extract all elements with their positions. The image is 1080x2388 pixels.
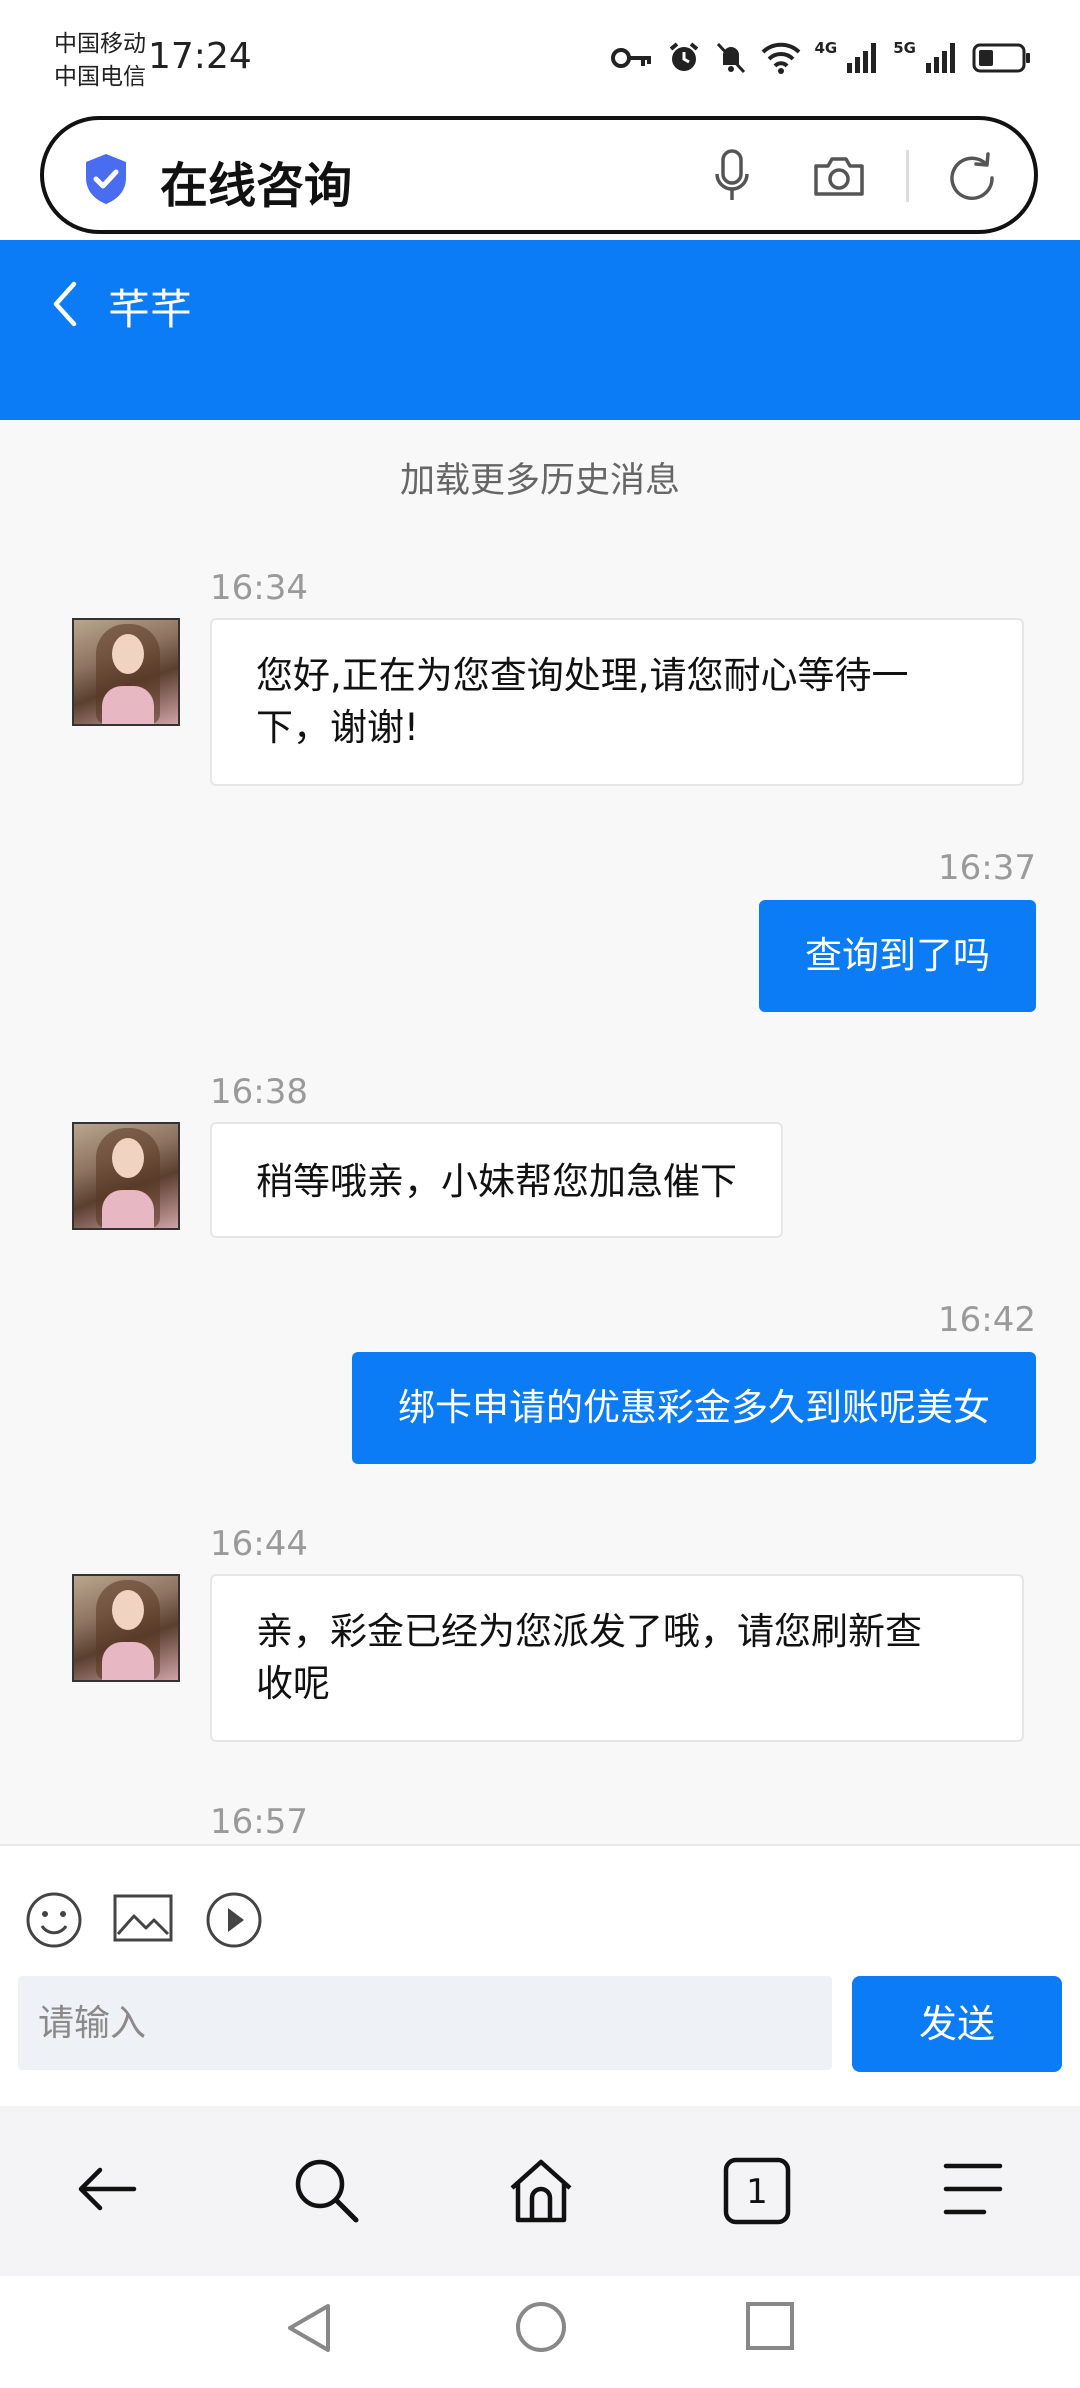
message-timestamp: 16:44 [210, 1524, 308, 1564]
back-arrow-icon[interactable] [74, 2156, 140, 2222]
system-nav-bar [0, 2276, 1080, 2388]
message-input[interactable] [18, 1976, 832, 2070]
message-composer: 发送 [0, 1844, 1080, 2106]
chat-title: 芊芊 [108, 285, 193, 334]
menu-icon[interactable] [940, 2156, 1006, 2222]
message-text-line: 稍等哦亲，小妹帮您加急催下 [256, 1160, 737, 1203]
video-play-icon[interactable] [204, 1890, 264, 1950]
browser-address-bar[interactable]: 在线咨询 [40, 116, 1038, 234]
key-icon [610, 48, 651, 68]
message-text-line: 下，谢谢! [256, 706, 419, 749]
shield-check-icon [86, 154, 126, 204]
message-timestamp: 16:57 [210, 1802, 308, 1842]
agent-avatar [72, 1574, 180, 1682]
address-text[interactable]: 在线咨询 [160, 146, 352, 216]
message-text-line: 您好,正在为您查询处理,请您耐心等待一 [256, 654, 909, 697]
message-timestamp: 16:38 [210, 1072, 308, 1112]
mute-bell-icon [716, 42, 745, 74]
message-text-line: 亲，彩金已经为您派发了哦，请您刷新查 [256, 1610, 922, 1653]
network-type-2: 5G [893, 39, 916, 57]
nav-back-icon[interactable] [284, 2300, 334, 2356]
message-bubble-agent: 亲，彩金已经为您派发了哦，请您刷新查 收呢 [210, 1574, 1024, 1742]
refresh-icon[interactable] [944, 150, 1000, 206]
tabs-button[interactable]: 1 [722, 2156, 792, 2226]
battery-icon [972, 43, 1030, 73]
message-bubble-agent: 稍等哦亲，小妹帮您加急催下 [210, 1122, 783, 1238]
microphone-icon[interactable] [714, 148, 750, 204]
message-text-line: 收呢 [256, 1662, 330, 1705]
carrier-labels: 中国移动 中国电信 [54, 28, 146, 94]
signal-icon-1 [847, 43, 877, 73]
agent-avatar [72, 618, 180, 726]
nav-recents-icon[interactable] [744, 2300, 796, 2352]
emoji-icon[interactable] [24, 1890, 84, 1950]
chat-messages[interactable]: 加载更多历史消息 16:34 您好,正在为您查询处理,请您耐心等待一 下，谢谢!… [0, 420, 1080, 1844]
signal-icon-2 [926, 43, 955, 73]
address-bar-divider [906, 150, 909, 202]
alarm-icon [669, 42, 698, 71]
agent-avatar [72, 1122, 180, 1230]
browser-bottom-nav: 1 [0, 2106, 1080, 2276]
camera-icon[interactable] [812, 154, 866, 198]
nav-home-icon[interactable] [514, 2300, 568, 2354]
status-time: 17:24 [148, 36, 252, 77]
chat-header: 芊芊 [0, 240, 1080, 420]
tab-count: 1 [746, 2172, 768, 2212]
network-type-1: 4G [814, 39, 838, 57]
message-timestamp: 16:42 [938, 1300, 1036, 1340]
back-icon[interactable] [50, 280, 78, 328]
wifi-icon [761, 42, 800, 74]
message-bubble-user: 查询到了吗 [759, 900, 1036, 1012]
carrier-2: 中国电信 [54, 64, 146, 90]
search-icon[interactable] [292, 2156, 362, 2226]
load-more-history-link[interactable]: 加载更多历史消息 [0, 452, 1080, 503]
message-bubble-agent: 您好,正在为您查询处理,请您耐心等待一 下，谢谢! [210, 618, 1024, 786]
home-icon[interactable] [506, 2156, 576, 2226]
status-bar: 中国移动 中国电信 17:24 4G 5G [0, 0, 1080, 112]
message-bubble-user: 绑卡申请的优惠彩金多久到账呢美女 [352, 1352, 1036, 1464]
message-timestamp: 16:34 [210, 568, 308, 608]
carrier-1: 中国移动 [54, 31, 146, 57]
image-icon[interactable] [112, 1890, 174, 1946]
status-icons: 4G 5G [610, 36, 1033, 80]
message-timestamp: 16:37 [938, 848, 1036, 888]
send-button[interactable]: 发送 [852, 1976, 1062, 2072]
